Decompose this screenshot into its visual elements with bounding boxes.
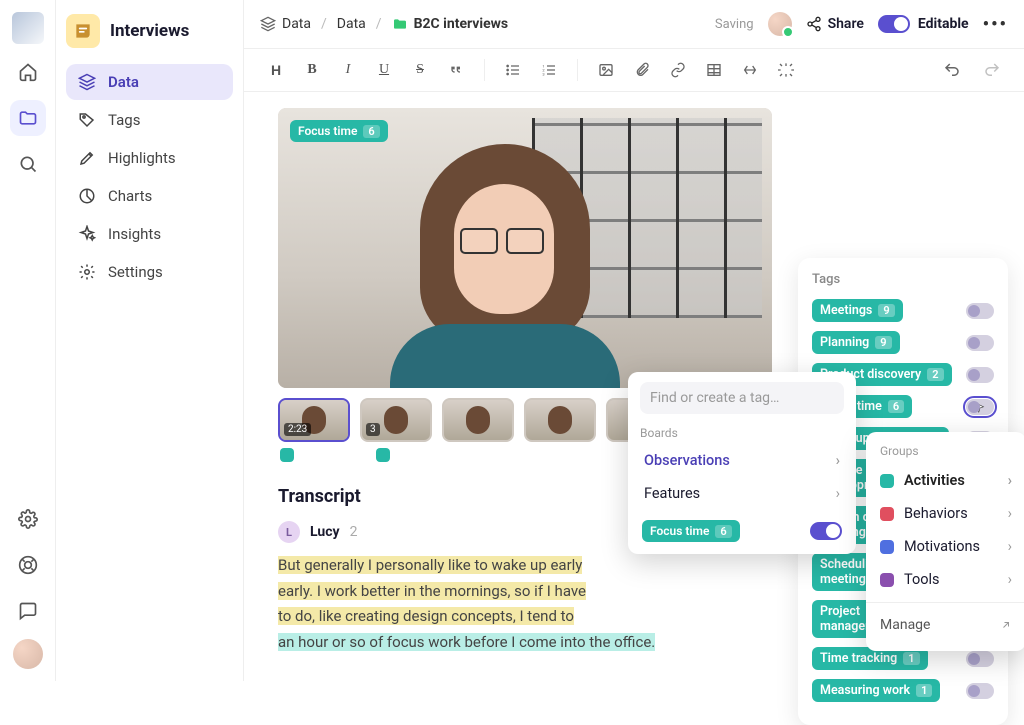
search-icon[interactable] <box>10 146 46 182</box>
workspace-avatar[interactable] <box>12 12 44 44</box>
heading-button[interactable]: H <box>260 54 292 86</box>
tag-toggle[interactable] <box>966 399 994 415</box>
video-thumbnail[interactable] <box>524 398 596 442</box>
active-tag-chip[interactable]: Focus time 6 <box>642 520 740 542</box>
svg-text:3: 3 <box>542 71 544 76</box>
attach-button[interactable] <box>626 54 658 86</box>
group-popover: Groups Activities›Behaviors›Motivations›… <box>866 432 1024 651</box>
group-motivations[interactable]: Motivations› <box>866 530 1024 563</box>
video-thumbnail[interactable]: 3 <box>360 398 432 442</box>
link-button[interactable] <box>662 54 694 86</box>
groups-heading: Groups <box>866 442 1024 464</box>
tag-search-input[interactable] <box>640 382 844 414</box>
tag-chip[interactable]: Meetings9 <box>812 299 903 322</box>
quote-button[interactable] <box>440 54 472 86</box>
tag-row: Planning9 <box>812 331 994 354</box>
stack-icon <box>260 16 276 32</box>
tag-toggle[interactable] <box>966 303 994 319</box>
crumb-1[interactable]: Data <box>282 16 311 32</box>
gear-icon[interactable] <box>10 501 46 537</box>
board-observations[interactable]: Observations› <box>640 444 844 477</box>
manage-groups[interactable]: Manage <box>866 609 1024 641</box>
external-icon <box>1000 619 1012 631</box>
help-icon[interactable] <box>10 547 46 583</box>
tag-toggle[interactable] <box>966 651 994 667</box>
home-icon[interactable] <box>10 54 46 90</box>
board-features[interactable]: Features› <box>640 477 844 510</box>
undo-button[interactable] <box>936 54 968 86</box>
group-activities[interactable]: Activities› <box>866 464 1024 497</box>
underline-button[interactable]: U <box>368 54 400 86</box>
folder-icon <box>392 16 408 32</box>
folder-icon[interactable] <box>10 100 46 136</box>
tag-popover: Boards Observations› Features› Focus tim… <box>628 372 856 554</box>
toggle-icon <box>878 15 910 33</box>
more-menu[interactable]: ••• <box>983 14 1008 35</box>
project-name: Interviews <box>110 21 189 41</box>
tag-marker[interactable] <box>376 448 390 462</box>
active-tag-row: Focus time 6 <box>640 518 844 544</box>
format-toolbar: H B I U S 123 <box>244 48 1024 92</box>
video-player[interactable]: Focus time6 <box>278 108 772 388</box>
main: Data / Data / B2C interviews Saving Shar… <box>244 0 1024 681</box>
tag-marker[interactable] <box>280 448 294 462</box>
sidebar-item-settings[interactable]: Settings <box>66 254 233 290</box>
tag-toggle[interactable] <box>966 683 994 699</box>
editable-toggle[interactable]: Editable <box>878 15 969 33</box>
sidebar-item-data[interactable]: Data <box>66 64 233 100</box>
magic-button[interactable] <box>770 54 802 86</box>
number-list-button[interactable]: 123 <box>533 54 565 86</box>
user-avatar[interactable] <box>13 639 43 669</box>
tag-toggle[interactable] <box>966 367 994 383</box>
group-behaviors[interactable]: Behaviors› <box>866 497 1024 530</box>
image-button[interactable] <box>590 54 622 86</box>
presence-avatar[interactable] <box>768 12 792 36</box>
speaker-avatar: L <box>278 521 300 543</box>
italic-button[interactable]: I <box>332 54 364 86</box>
project-title[interactable]: Interviews <box>66 14 233 48</box>
tag-chip[interactable]: Planning9 <box>812 331 900 354</box>
icon-rail <box>0 0 56 681</box>
boards-heading: Boards <box>640 426 844 440</box>
redo-button[interactable] <box>976 54 1008 86</box>
crumb-2[interactable]: Data <box>337 16 366 32</box>
sidebar-item-insights[interactable]: Insights <box>66 216 233 252</box>
tag-row: Measuring work1 <box>812 679 994 702</box>
share-button[interactable]: Share <box>806 16 864 32</box>
divider-button[interactable] <box>734 54 766 86</box>
video-thumbnail[interactable]: 2:23 <box>278 398 350 442</box>
breadcrumb: Data / Data / B2C interviews <box>260 16 508 32</box>
tag-row: Meetings9 <box>812 299 994 322</box>
sidebar-item-charts[interactable]: Charts <box>66 178 233 214</box>
video-overlay-tag[interactable]: Focus time6 <box>290 120 388 142</box>
tag-chip[interactable]: Measuring work1 <box>812 679 940 702</box>
tag-enable-toggle[interactable] <box>810 522 842 540</box>
table-button[interactable] <box>698 54 730 86</box>
project-icon <box>66 14 100 48</box>
tag-toggle[interactable] <box>966 335 994 351</box>
save-status: Saving <box>715 17 754 32</box>
share-icon <box>806 16 822 32</box>
group-tools[interactable]: Tools› <box>866 563 1024 596</box>
bullet-list-button[interactable] <box>497 54 529 86</box>
topbar: Data / Data / B2C interviews Saving Shar… <box>244 0 1024 48</box>
bold-button[interactable]: B <box>296 54 328 86</box>
comment-icon[interactable] <box>10 593 46 629</box>
sidebar-item-highlights[interactable]: Highlights <box>66 140 233 176</box>
strike-button[interactable]: S <box>404 54 436 86</box>
sidebar-item-tags[interactable]: Tags <box>66 102 233 138</box>
sidebar: Interviews DataTagsHighlightsChartsInsig… <box>56 0 244 681</box>
crumb-folder[interactable]: B2C interviews <box>392 16 509 32</box>
video-thumbnail[interactable] <box>442 398 514 442</box>
tags-panel-heading: Tags <box>812 272 994 287</box>
